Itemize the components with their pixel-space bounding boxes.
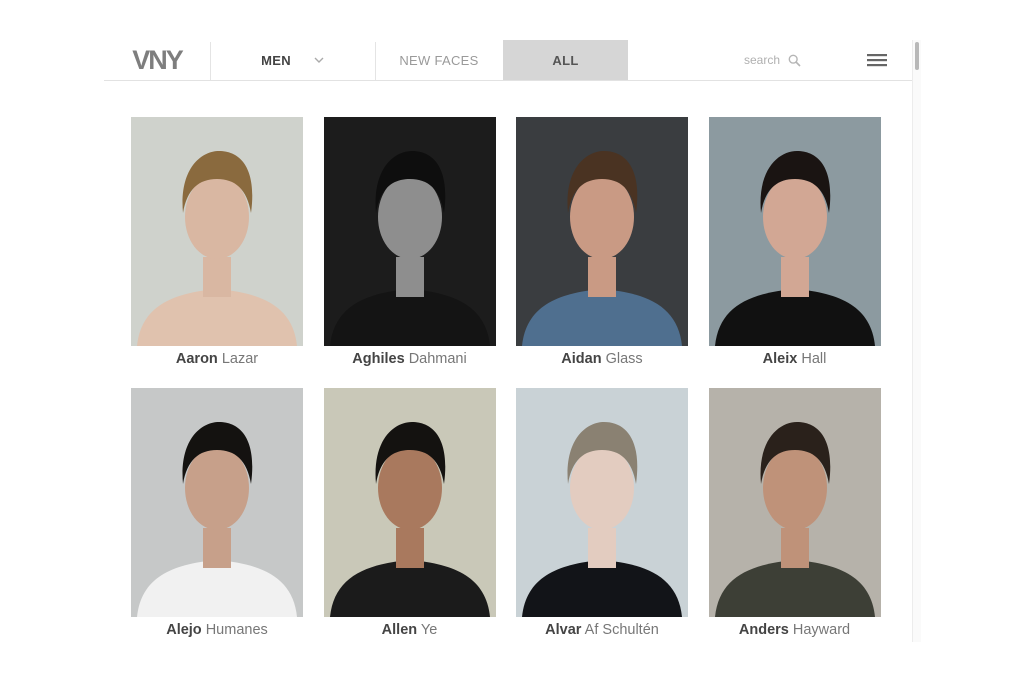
tab-new-faces[interactable]: NEW FACES — [376, 40, 502, 80]
search-icon[interactable] — [788, 54, 801, 67]
model-card[interactable]: Anders Hayward — [708, 388, 881, 638]
tab-men[interactable]: MEN — [211, 40, 375, 80]
scrollbar[interactable] — [912, 40, 921, 642]
model-card[interactable]: Aleix Hall — [708, 117, 881, 367]
model-name[interactable]: Aleix Hall — [709, 351, 881, 367]
model-name[interactable]: Allen Ye — [324, 622, 496, 638]
model-photo[interactable] — [516, 117, 688, 346]
model-name[interactable]: Anders Hayward — [709, 622, 881, 638]
model-photo[interactable] — [708, 117, 881, 346]
browser-window: VNY MEN NEW FACES ALL search Aaron Lazar… — [104, 40, 921, 642]
model-photo[interactable] — [516, 388, 688, 617]
model-last-name: Hall — [801, 351, 827, 367]
model-first-name: Allen — [381, 622, 418, 638]
model-card[interactable]: Aghiles Dahmani — [323, 117, 496, 367]
model-last-name: Dahmani — [408, 351, 467, 367]
model-first-name: Aghiles — [352, 351, 405, 367]
model-name[interactable]: Aaron Lazar — [131, 351, 303, 367]
scrollbar-thumb[interactable] — [915, 42, 919, 70]
model-name[interactable]: Alvar Af Schultén — [516, 622, 688, 638]
model-first-name: Aidan — [561, 351, 602, 367]
model-card[interactable]: Aidan Glass — [516, 117, 688, 367]
model-card[interactable]: Aaron Lazar — [131, 117, 303, 367]
tab-all-label: ALL — [552, 52, 579, 68]
tab-men-label: MEN — [261, 52, 291, 68]
model-last-name: Lazar — [221, 351, 259, 367]
model-first-name: Aleix — [762, 351, 798, 367]
tab-all[interactable]: ALL — [503, 40, 628, 80]
model-photo[interactable] — [708, 388, 881, 617]
model-last-name: Humanes — [205, 622, 268, 638]
search-placeholder: search — [744, 53, 781, 67]
model-photo[interactable] — [131, 117, 303, 346]
model-card[interactable]: Alvar Af Schultén — [516, 388, 688, 638]
hamburger-icon — [867, 54, 887, 67]
model-first-name: Alejo — [166, 622, 202, 638]
tab-new-faces-label: NEW FACES — [399, 52, 479, 68]
vny-logo[interactable]: VNY — [104, 40, 210, 80]
model-card[interactable]: Alejo Humanes — [131, 388, 303, 638]
hamburger-menu-button[interactable] — [864, 50, 890, 70]
model-photo[interactable] — [131, 388, 303, 617]
model-name[interactable]: Aidan Glass — [516, 351, 688, 367]
model-last-name: Glass — [605, 351, 643, 367]
model-first-name: Aaron — [175, 351, 218, 367]
model-first-name: Alvar — [545, 622, 582, 638]
model-last-name: Ye — [420, 622, 438, 638]
model-first-name: Anders — [738, 622, 789, 638]
top-nav: VNY MEN NEW FACES ALL search — [104, 40, 912, 81]
chevron-down-icon — [314, 57, 324, 63]
search-field[interactable]: search — [744, 40, 824, 80]
model-last-name: Af Schultén — [584, 622, 659, 638]
model-photo[interactable] — [323, 388, 496, 617]
model-name[interactable]: Aghiles Dahmani — [324, 351, 496, 367]
model-card[interactable]: Allen Ye — [323, 388, 496, 638]
model-last-name: Hayward — [792, 622, 851, 638]
model-photo[interactable] — [323, 117, 496, 346]
model-name[interactable]: Alejo Humanes — [131, 622, 303, 638]
